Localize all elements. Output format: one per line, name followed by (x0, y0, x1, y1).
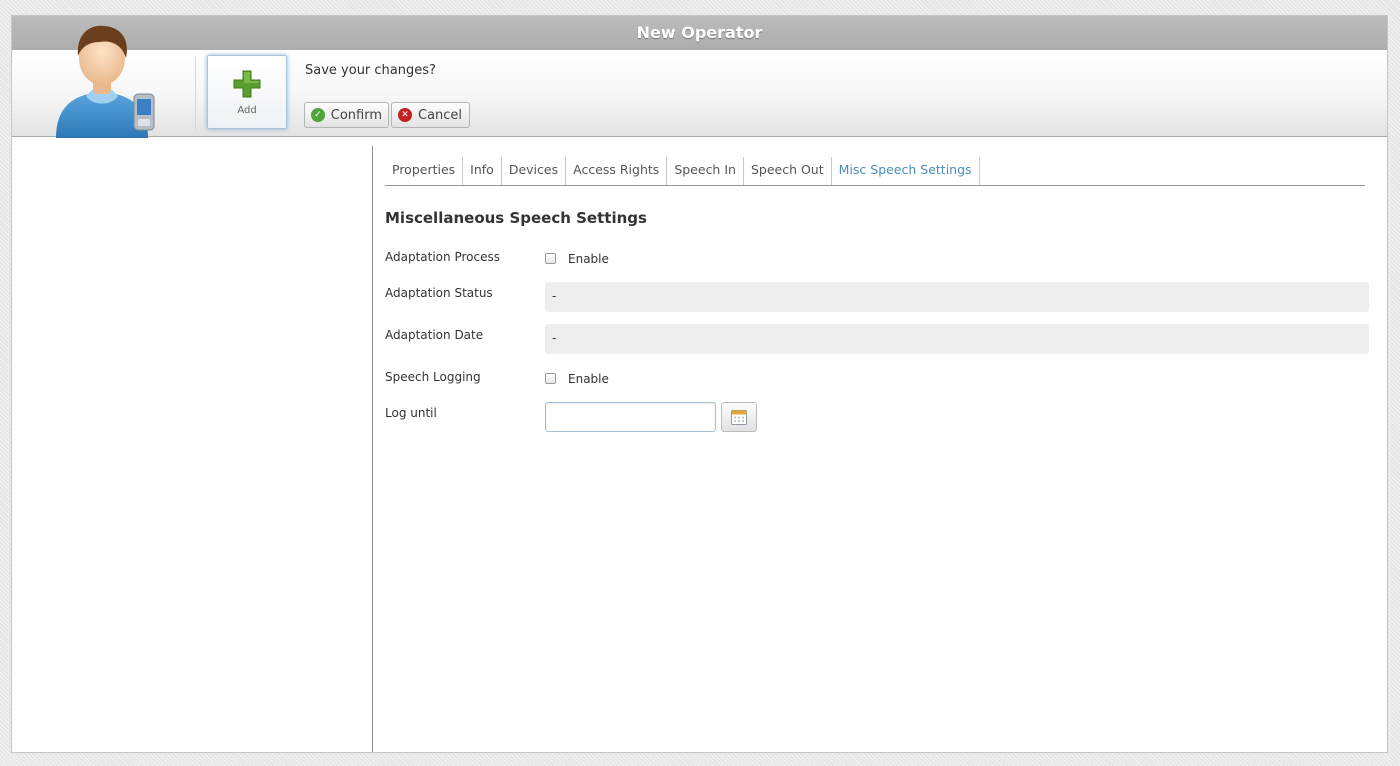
calendar-icon (731, 410, 747, 425)
new-operator-window: New Operator Add Save your changes? ✓ Co… (11, 15, 1388, 753)
adaptation-date-label: Adaptation Date (385, 328, 484, 342)
tab-properties[interactable]: Properties (385, 157, 464, 185)
tab-info[interactable]: Info (463, 157, 502, 185)
window-title: New Operator (12, 16, 1387, 50)
adaptation-status-label: Adaptation Status (385, 286, 493, 300)
save-prompt: Save your changes? (305, 63, 436, 78)
cancel-button[interactable]: ✕ Cancel (391, 102, 470, 128)
x-circle-icon: ✕ (398, 108, 412, 122)
tab-access-rights[interactable]: Access Rights (566, 157, 668, 185)
tab-speech-out[interactable]: Speech Out (744, 157, 832, 185)
operator-avatar-icon (56, 25, 155, 138)
speech-logging-label: Speech Logging (385, 370, 481, 384)
adaptation-process-label: Adaptation Process (385, 250, 500, 264)
add-button[interactable]: Add (207, 55, 287, 129)
adaptation-process-checkbox[interactable] (545, 253, 556, 264)
tab-speech-in[interactable]: Speech In (667, 157, 744, 185)
panel-divider (372, 146, 373, 752)
adaptation-date-field: - (545, 324, 1369, 354)
section-title: Miscellaneous Speech Settings (385, 209, 647, 227)
speech-logging-checkbox[interactable] (545, 373, 556, 384)
tab-misc-speech-settings[interactable]: Misc Speech Settings (832, 157, 980, 185)
adaptation-process-enable-label: Enable (568, 252, 609, 266)
confirm-button-label: Confirm (330, 107, 382, 123)
toolbar-separator (195, 56, 196, 130)
tab-bar: Properties Info Devices Access Rights Sp… (385, 157, 1365, 186)
add-button-label: Add (237, 105, 257, 116)
speech-logging-enable-label: Enable (568, 372, 609, 386)
log-until-label: Log until (385, 406, 437, 420)
check-circle-icon: ✓ (311, 108, 325, 122)
log-until-date-input[interactable] (545, 402, 716, 432)
adaptation-status-field: - (545, 282, 1369, 312)
toolbar: Add Save your changes? ✓ Confirm ✕ Cance… (12, 25, 1387, 138)
plus-icon (233, 70, 261, 98)
cancel-button-label: Cancel (418, 107, 463, 123)
confirm-button[interactable]: ✓ Confirm (304, 102, 389, 128)
calendar-button[interactable] (721, 402, 757, 432)
tab-devices[interactable]: Devices (502, 157, 567, 185)
